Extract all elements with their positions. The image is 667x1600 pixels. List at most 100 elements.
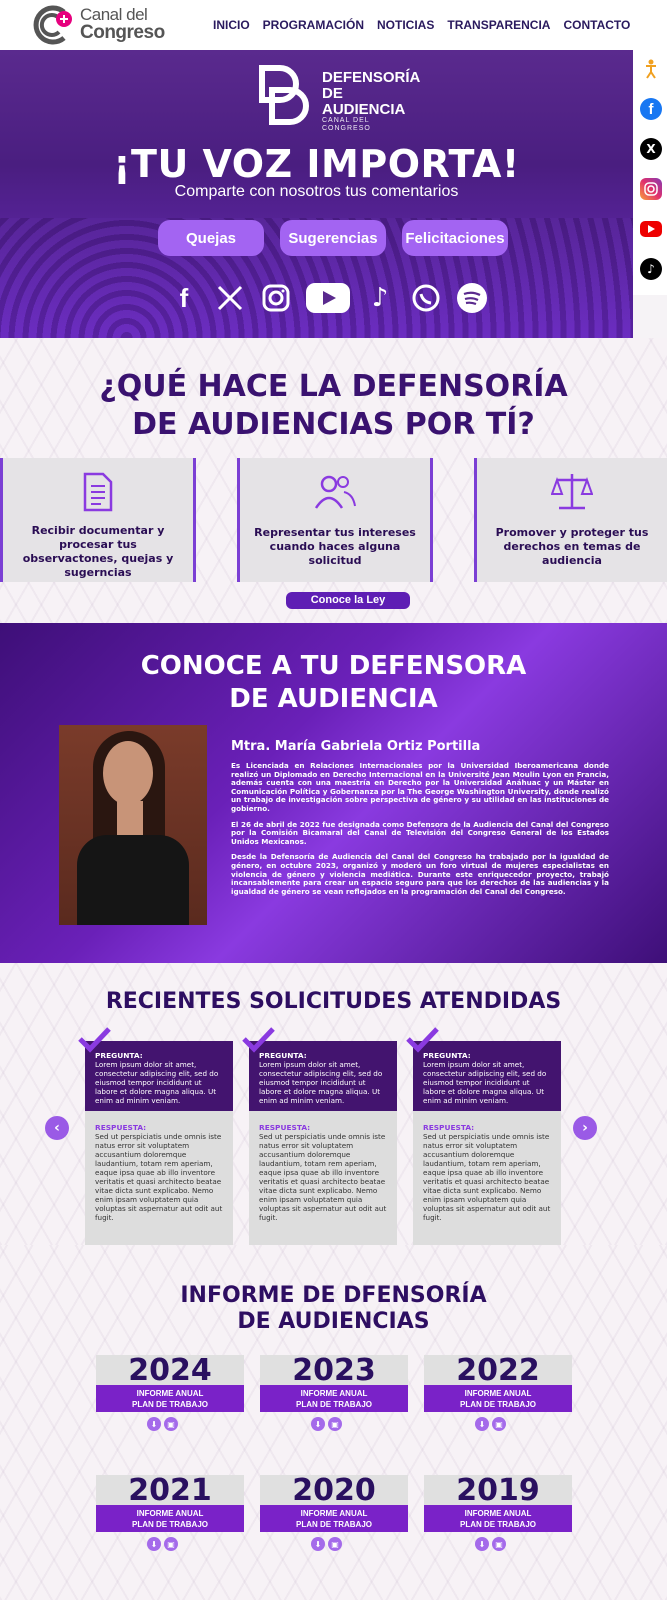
service-card-promover: Promover y proteger tus derechos en tema… bbox=[474, 458, 667, 582]
request-card: PREGUNTA: Lorem ipsum dolor sit amet, con… bbox=[242, 1027, 397, 1246]
report-plan-label[interactable]: PLAN DE TRABAJO bbox=[424, 1519, 572, 1530]
conoce-la-ley-button[interactable]: Conoce la Ley bbox=[286, 592, 410, 609]
report-plan-label[interactable]: PLAN DE TRABAJO bbox=[260, 1399, 408, 1410]
checkmark-icon bbox=[78, 1027, 111, 1053]
report-year-card: 2024 INFORME ANUAL PLAN DE TRABAJO ⬇ ▣ bbox=[96, 1355, 244, 1431]
report-plan-label[interactable]: PLAN DE TRABAJO bbox=[260, 1519, 408, 1530]
answer-label: RESPUESTA: bbox=[259, 1123, 311, 1132]
download-icon[interactable]: ⬇ bbox=[147, 1537, 161, 1551]
carousel-next-button[interactable]: › bbox=[573, 1116, 597, 1140]
defensora-photo bbox=[59, 725, 207, 925]
service-card-text: Representar tus intereses cuando haces a… bbox=[254, 526, 416, 567]
canal-del-congreso-logo[interactable]: Canal del Congreso bbox=[30, 4, 180, 46]
service-card-documentar: Recibir documentar y procesar tus observ… bbox=[0, 458, 196, 582]
pdf-icon[interactable]: ▣ bbox=[164, 1417, 178, 1431]
report-year: 2024 bbox=[96, 1355, 244, 1387]
bio-paragraph: El 26 de abril de 2022 fue designada com… bbox=[231, 819, 609, 846]
report-year-card: 2023 INFORME ANUAL PLAN DE TRABAJO ⬇ ▣ bbox=[260, 1355, 408, 1431]
main-nav: INICIO PROGRAMACIÓN NOTICIAS TRANSPARENC… bbox=[213, 18, 630, 32]
request-card: PREGUNTA: Lorem ipsum dolor sit amet, con… bbox=[406, 1027, 561, 1246]
reports-title: INFORME DE DFENSORÍA DE AUDIENCIAS bbox=[0, 1283, 667, 1335]
bio-paragraph: Desde la Defensoría de Audiencia del Can… bbox=[231, 852, 609, 896]
facebook-icon[interactable]: f bbox=[640, 98, 662, 120]
report-annual-label[interactable]: INFORME ANUAL bbox=[260, 1388, 408, 1399]
nav-transparencia[interactable]: TRANSPARENCIA bbox=[447, 18, 550, 32]
report-year: 2021 bbox=[96, 1475, 244, 1507]
nav-contacto[interactable]: CONTACTO bbox=[563, 18, 630, 32]
download-icon[interactable]: ⬇ bbox=[311, 1537, 325, 1551]
download-icon[interactable]: ⬇ bbox=[475, 1417, 489, 1431]
pdf-icon[interactable]: ▣ bbox=[492, 1417, 506, 1431]
defensora-bio: Es Licenciada en Relaciones Internaciona… bbox=[231, 761, 609, 903]
download-icon[interactable]: ⬇ bbox=[311, 1417, 325, 1431]
pdf-icon[interactable]: ▣ bbox=[492, 1537, 506, 1551]
x-icon[interactable]: X bbox=[640, 138, 662, 160]
youtube-icon[interactable] bbox=[640, 221, 662, 237]
youtube-icon[interactable] bbox=[306, 282, 350, 314]
download-icon[interactable]: ⬇ bbox=[475, 1537, 489, 1551]
instagram-icon[interactable] bbox=[640, 178, 662, 200]
tiktok-icon[interactable]: ♪ bbox=[640, 258, 662, 280]
report-year-card: 2020 INFORME ANUAL PLAN DE TRABAJO ⬇ ▣ bbox=[260, 1475, 408, 1551]
report-year: 2019 bbox=[424, 1475, 572, 1507]
question-label: PREGUNTA: bbox=[95, 1051, 143, 1060]
reports-title-line2: DE AUDIENCIAS bbox=[237, 1309, 430, 1334]
quejas-button[interactable]: Quejas bbox=[158, 220, 264, 256]
felicitaciones-button[interactable]: Felicitaciones bbox=[402, 220, 508, 256]
what-title: ¿QUÉ HACE LA DEFENSORÍA DE AUDIENCIAS PO… bbox=[0, 368, 667, 444]
download-icon[interactable]: ⬇ bbox=[147, 1417, 161, 1431]
defensora-title: CONOCE A TU DEFENSORA DE AUDIENCIA bbox=[0, 650, 667, 716]
hero-title: ¡TU VOZ IMPORTA! bbox=[113, 142, 520, 186]
report-links[interactable]: INFORME ANUAL PLAN DE TRABAJO bbox=[424, 1505, 572, 1532]
spotify-icon[interactable] bbox=[456, 282, 488, 314]
brand-line1: DEFENSORÍA bbox=[322, 69, 421, 86]
report-links[interactable]: INFORME ANUAL PLAN DE TRABAJO bbox=[96, 1505, 244, 1532]
logo-mark-icon bbox=[33, 5, 72, 45]
answer-text: Sed ut perspiciatis unde omnis iste natu… bbox=[95, 1132, 223, 1222]
facebook-icon[interactable]: f bbox=[168, 282, 200, 314]
report-annual-label[interactable]: INFORME ANUAL bbox=[96, 1508, 244, 1519]
report-plan-label[interactable]: PLAN DE TRABAJO bbox=[96, 1519, 244, 1530]
sugerencias-button[interactable]: Sugerencias bbox=[280, 220, 386, 256]
reports-title-line1: INFORME DE DFENSORÍA bbox=[180, 1283, 487, 1308]
instagram-icon[interactable] bbox=[260, 282, 292, 314]
report-year: 2022 bbox=[424, 1355, 572, 1387]
whatsapp-icon[interactable] bbox=[410, 282, 442, 314]
report-annual-label[interactable]: INFORME ANUAL bbox=[96, 1388, 244, 1399]
request-card: PREGUNTA: Lorem ipsum dolor sit amet, con… bbox=[78, 1027, 233, 1246]
service-card-text: Recibir documentar y procesar tus observ… bbox=[22, 524, 174, 579]
checkmark-icon bbox=[406, 1027, 439, 1053]
tiktok-icon[interactable]: ♪ bbox=[364, 282, 396, 314]
service-card-text: Promover y proteger tus derechos en tema… bbox=[495, 526, 649, 567]
report-links[interactable]: INFORME ANUAL PLAN DE TRABAJO bbox=[424, 1385, 572, 1412]
people-icon bbox=[314, 475, 356, 509]
defensoria-mark-icon bbox=[259, 65, 309, 125]
x-icon[interactable] bbox=[214, 282, 246, 314]
report-plan-label[interactable]: PLAN DE TRABAJO bbox=[424, 1399, 572, 1410]
pdf-icon[interactable]: ▣ bbox=[328, 1537, 342, 1551]
checkmark-icon bbox=[242, 1027, 275, 1053]
defensora-title-line2: DE AUDIENCIA bbox=[229, 684, 438, 714]
pdf-icon[interactable]: ▣ bbox=[164, 1537, 178, 1551]
nav-noticias[interactable]: NOTICIAS bbox=[377, 18, 434, 32]
carousel-prev-button[interactable]: ‹ bbox=[45, 1116, 69, 1140]
report-year-card: 2019 INFORME ANUAL PLAN DE TRABAJO ⬇ ▣ bbox=[424, 1475, 572, 1551]
what-title-line2: DE AUDIENCIAS POR TÍ? bbox=[132, 407, 535, 442]
report-annual-label[interactable]: INFORME ANUAL bbox=[424, 1388, 572, 1399]
report-plan-label[interactable]: PLAN DE TRABAJO bbox=[96, 1399, 244, 1410]
accessibility-icon[interactable] bbox=[640, 58, 662, 80]
nav-inicio[interactable]: INICIO bbox=[213, 18, 250, 32]
report-annual-label[interactable]: INFORME ANUAL bbox=[424, 1508, 572, 1519]
brand-line2: DE AUDIENCIA bbox=[322, 84, 406, 118]
report-links[interactable]: INFORME ANUAL PLAN DE TRABAJO bbox=[260, 1385, 408, 1412]
nav-programacion[interactable]: PROGRAMACIÓN bbox=[263, 18, 364, 32]
what-section: ¿QUÉ HACE LA DEFENSORÍA DE AUDIENCIAS PO… bbox=[0, 338, 667, 623]
report-links[interactable]: INFORME ANUAL PLAN DE TRABAJO bbox=[260, 1505, 408, 1532]
question-label: PREGUNTA: bbox=[259, 1051, 307, 1060]
hero-banner: DEFENSORÍA DE AUDIENCIA CANAL DEL CONGRE… bbox=[0, 50, 633, 338]
defensora-section: CONOCE A TU DEFENSORA DE AUDIENCIA Mtra.… bbox=[0, 623, 667, 963]
pdf-icon[interactable]: ▣ bbox=[328, 1417, 342, 1431]
report-links[interactable]: INFORME ANUAL PLAN DE TRABAJO bbox=[96, 1385, 244, 1412]
report-annual-label[interactable]: INFORME ANUAL bbox=[260, 1508, 408, 1519]
hero-social-links: f ♪ bbox=[168, 282, 488, 314]
